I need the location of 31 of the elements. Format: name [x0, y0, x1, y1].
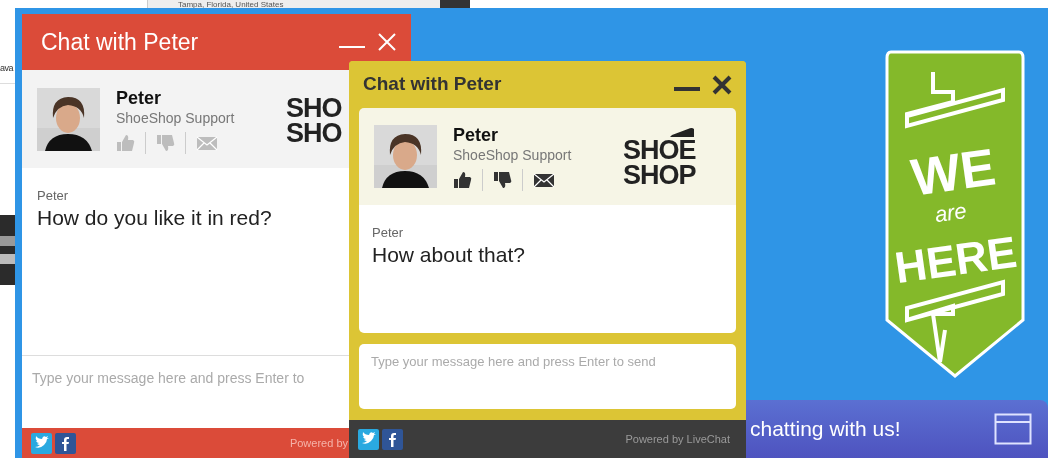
agent-role: ShoeShop Support	[116, 109, 236, 128]
message-text: How do you like it in red?	[37, 205, 273, 231]
message-author: Peter	[372, 225, 405, 241]
window-icon[interactable]	[994, 413, 1032, 445]
agent-role: ShoeShop Support	[453, 146, 573, 165]
shop-logo: SHO SHO	[286, 96, 342, 146]
thumbs-up-icon[interactable]	[116, 134, 135, 152]
powered-by-text: Powered by LiveChat	[625, 431, 730, 447]
window-title: Chat with Peter	[41, 27, 199, 57]
agent-name: Peter	[453, 125, 500, 145]
thumbs-up-icon[interactable]	[453, 171, 472, 189]
thumbnail-strip	[0, 215, 15, 285]
window-title: Chat with Peter	[363, 72, 502, 97]
close-icon[interactable]	[712, 74, 732, 95]
facebook-icon[interactable]	[55, 432, 76, 454]
side-text: ava	[0, 62, 13, 75]
shop-logo: SHOE SHOP	[623, 125, 696, 188]
envelope-icon[interactable]	[533, 172, 555, 188]
facebook-icon[interactable]	[382, 428, 403, 450]
dark-panel	[440, 0, 470, 8]
thumbs-down-icon[interactable]	[493, 171, 512, 189]
chat-bar[interactable]: chatting with us!	[746, 400, 1048, 458]
twitter-icon[interactable]	[358, 428, 379, 450]
message-text: How about that?	[372, 242, 526, 268]
message-input[interactable]: Type your message here and press Enter to send	[359, 344, 736, 409]
badge-text: HERE	[891, 226, 1020, 293]
message-author: Peter	[37, 188, 70, 204]
agent-name: Peter	[116, 88, 163, 108]
thumbs-down-icon[interactable]	[156, 134, 175, 152]
powered-by-text: Powered by	[289, 435, 348, 451]
location-text: Tampa, Florida, United States	[178, 0, 284, 9]
